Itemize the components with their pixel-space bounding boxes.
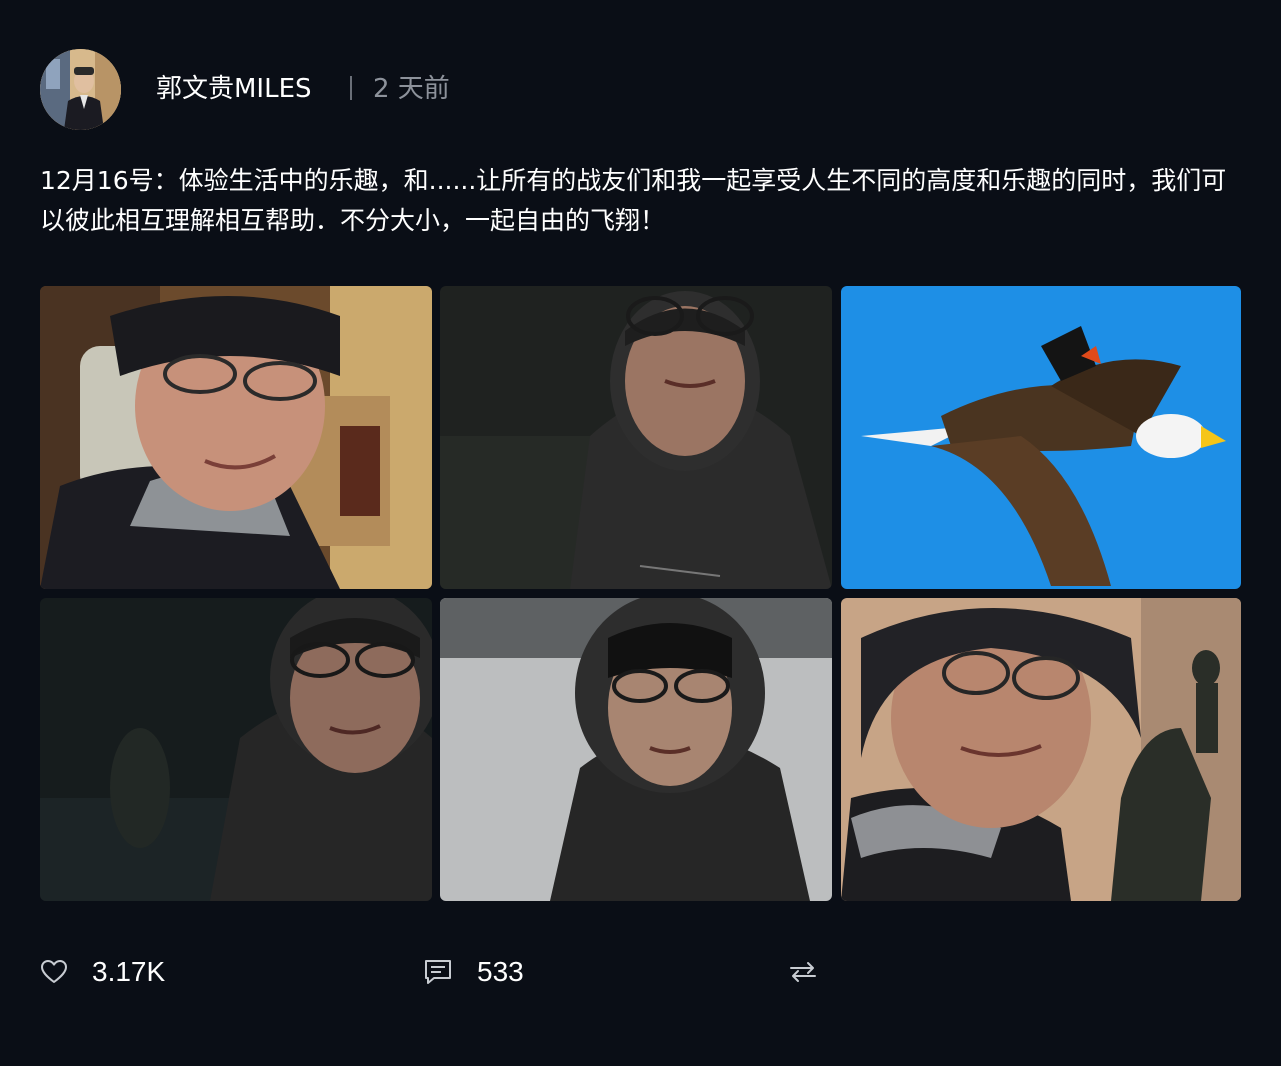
header-divider (350, 76, 352, 100)
repost-action[interactable] (787, 952, 819, 992)
comment-action[interactable]: 533 (423, 952, 524, 992)
heart-icon[interactable] (40, 958, 68, 986)
photo-1[interactable] (40, 286, 432, 589)
photo-3[interactable] (841, 286, 1241, 589)
author-name[interactable]: 郭文贵MILES (156, 70, 312, 108)
post-text: 12月16号：体验生活中的乐趣，和......让所有的战友们和我一起享受人生不同… (40, 166, 1227, 235)
photo-2[interactable] (440, 286, 832, 589)
avatar[interactable] (40, 49, 121, 130)
repost-icon[interactable] (787, 958, 819, 986)
comment-icon[interactable] (423, 958, 453, 986)
photo-4[interactable] (40, 598, 432, 901)
like-count: 3.17K (92, 956, 166, 987)
photo-5[interactable] (440, 598, 832, 901)
post-timestamp: 2 天前 (373, 74, 450, 104)
photo-6[interactable] (841, 598, 1241, 901)
like-action[interactable]: 3.17K (40, 952, 165, 992)
comment-count: 533 (477, 956, 524, 987)
post-card: 郭文贵MILES 2 天前 12月16号：体验生活中的乐趣，和......让所有… (0, 0, 1281, 1066)
